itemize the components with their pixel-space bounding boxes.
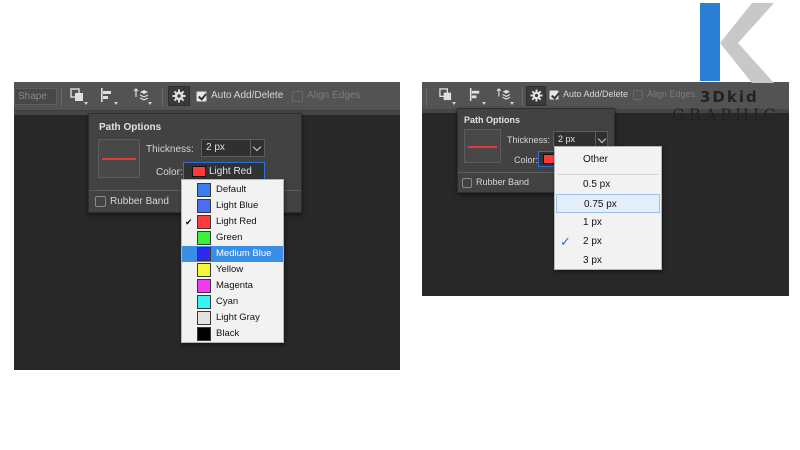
checkmark-icon: ✓: [560, 234, 571, 249]
menu-item-label: 0.5 px: [583, 179, 611, 190]
path-operations-icon[interactable]: [66, 86, 88, 106]
toolbar-divider: [522, 88, 523, 106]
color-swatch: [197, 295, 211, 309]
color-menu: Default Light Blue ✔ Light Red Green Medi…: [181, 179, 284, 343]
menu-item-label: Light Gray: [216, 312, 260, 323]
menu-item-label: Medium Blue: [216, 248, 272, 259]
checkmark-icon: ✔: [185, 217, 193, 227]
chevron-down-icon: [595, 132, 607, 146]
thickness-other-item[interactable]: Other: [555, 150, 661, 169]
menu-item-label: Green: [216, 232, 243, 243]
brand-logo: 3Dkid GRAPHIC: [672, 3, 798, 127]
color-menu-item[interactable]: Magenta: [182, 278, 283, 294]
menu-item-label: 3 px: [583, 255, 602, 266]
thickness-menu-item[interactable]: ✓ 2 px: [555, 232, 661, 251]
color-label: Color:: [514, 155, 539, 165]
auto-add-delete-checkbox[interactable]: [196, 91, 207, 102]
left-screenshot-panel: Shape Auto Add/Delete Align Edges Path O…: [14, 82, 400, 370]
thickness-label: Thickness:: [507, 135, 551, 145]
color-value: Light Red: [209, 166, 252, 177]
auto-add-delete-label: Auto Add/Delete: [211, 90, 284, 101]
thickness-menu-item[interactable]: 0.5 px: [555, 175, 661, 194]
color-swatch: [197, 247, 211, 261]
color-swatch: [197, 231, 211, 245]
color-swatch: [197, 311, 211, 325]
menu-item-label: Default: [216, 184, 247, 195]
align-edges-label: Align Edges: [307, 90, 361, 101]
color-menu-item[interactable]: Yellow: [182, 262, 283, 278]
color-swatch: [197, 279, 211, 293]
path-options-title: Path Options: [464, 115, 520, 125]
thickness-menu-item[interactable]: 0.75 px: [556, 194, 660, 213]
path-options-title: Path Options: [99, 122, 162, 133]
align-edges-checkbox[interactable]: [633, 90, 643, 100]
menu-item-label: Light Blue: [216, 200, 259, 211]
menu-item-label: Black: [216, 328, 240, 339]
path-alignment-icon[interactable]: [464, 86, 486, 106]
logo-text-graphic: GRAPHIC: [672, 105, 780, 124]
color-menu-item[interactable]: Light Gray: [182, 310, 283, 326]
k-letter-icon: [700, 3, 774, 83]
color-menu-item[interactable]: Green: [182, 230, 283, 246]
options-bar: Shape Auto Add/Delete Align Edges: [14, 82, 400, 111]
shape-field[interactable]: Shape: [14, 88, 57, 105]
rubber-band-label: Rubber Band: [476, 177, 530, 187]
chevron-down-icon: [250, 140, 264, 156]
gear-icon[interactable]: [526, 86, 546, 106]
stroke-preview: [98, 139, 140, 178]
stroke-preview: [464, 129, 501, 163]
toolbar-divider: [61, 88, 62, 106]
menu-item-label: 1 px: [583, 217, 602, 228]
gear-icon[interactable]: [168, 86, 190, 106]
color-menu-item[interactable]: Light Blue: [182, 198, 283, 214]
path-arrangement-icon[interactable]: [492, 86, 514, 106]
rubber-band-checkbox[interactable]: [95, 196, 106, 207]
menu-item-label: Magenta: [216, 280, 253, 291]
path-operations-icon[interactable]: [434, 86, 456, 106]
menu-item-label: 2 px: [583, 236, 602, 247]
toolbar-divider: [162, 88, 163, 106]
thickness-value: 2 px: [558, 134, 576, 144]
align-edges-checkbox[interactable]: [292, 91, 303, 102]
menu-item-label: Cyan: [216, 296, 239, 307]
color-menu-item[interactable]: Cyan: [182, 294, 283, 310]
thickness-label: Thickness:: [146, 144, 194, 155]
thickness-value: 2 px: [206, 142, 225, 153]
color-swatch: [192, 166, 206, 177]
path-arrangement-icon[interactable]: [130, 86, 152, 106]
color-swatch: [197, 183, 211, 197]
auto-add-delete-label: Auto Add/Delete: [563, 89, 629, 99]
menu-item-label: Yellow: [216, 264, 244, 275]
color-swatch: [197, 199, 211, 213]
color-menu-item[interactable]: Default: [182, 182, 283, 198]
thickness-dropdown[interactable]: 2 px: [553, 131, 608, 147]
color-menu-item[interactable]: ✔ Light Red: [182, 214, 283, 230]
color-menu-item[interactable]: Medium Blue: [182, 246, 283, 262]
thickness-menu: Other 0.5 px 0.75 px 1 px ✓ 2 px 3 px: [554, 146, 662, 270]
menu-item-label: 0.75 px: [584, 199, 617, 210]
color-label: Color:: [156, 167, 183, 178]
rubber-band-checkbox[interactable]: [462, 178, 472, 188]
color-swatch: [197, 215, 211, 229]
chevron-down-icon: [252, 163, 262, 180]
toolbar-divider: [426, 88, 427, 106]
thickness-menu-item[interactable]: 1 px: [555, 213, 661, 232]
auto-add-delete-checkbox[interactable]: [549, 90, 559, 100]
color-menu-item[interactable]: Black: [182, 326, 283, 342]
thickness-menu-item[interactable]: 3 px: [555, 251, 661, 270]
menu-item-label: Light Red: [216, 216, 257, 227]
thickness-dropdown[interactable]: 2 px: [201, 139, 265, 157]
rubber-band-label: Rubber Band: [110, 196, 169, 207]
color-swatch: [197, 263, 211, 277]
logo-text-3dkid: 3Dkid: [700, 88, 759, 106]
color-swatch: [197, 327, 211, 341]
path-alignment-icon[interactable]: [96, 86, 118, 106]
